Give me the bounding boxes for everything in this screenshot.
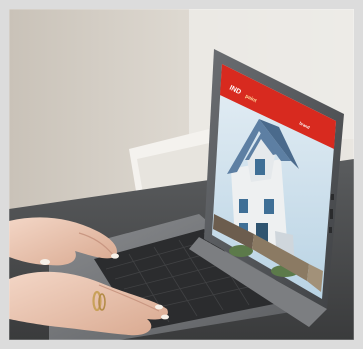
photo: IND paint brand [9, 9, 354, 340]
house-window [255, 159, 265, 175]
image-frame: IND paint brand [0, 0, 363, 349]
scene: IND paint brand [9, 9, 354, 340]
